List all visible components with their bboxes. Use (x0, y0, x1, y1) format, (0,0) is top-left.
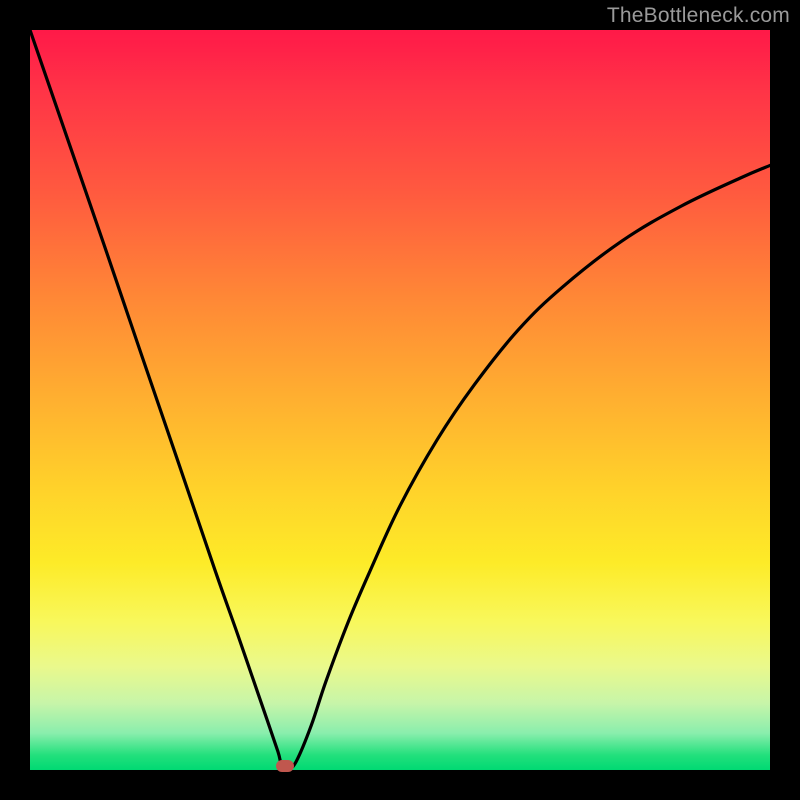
chart-frame: TheBottleneck.com (0, 0, 800, 800)
plot-area (30, 30, 770, 770)
curve-svg (30, 30, 770, 770)
optimum-marker (276, 760, 294, 772)
watermark-text: TheBottleneck.com (607, 4, 790, 28)
bottleneck-curve (30, 30, 770, 768)
